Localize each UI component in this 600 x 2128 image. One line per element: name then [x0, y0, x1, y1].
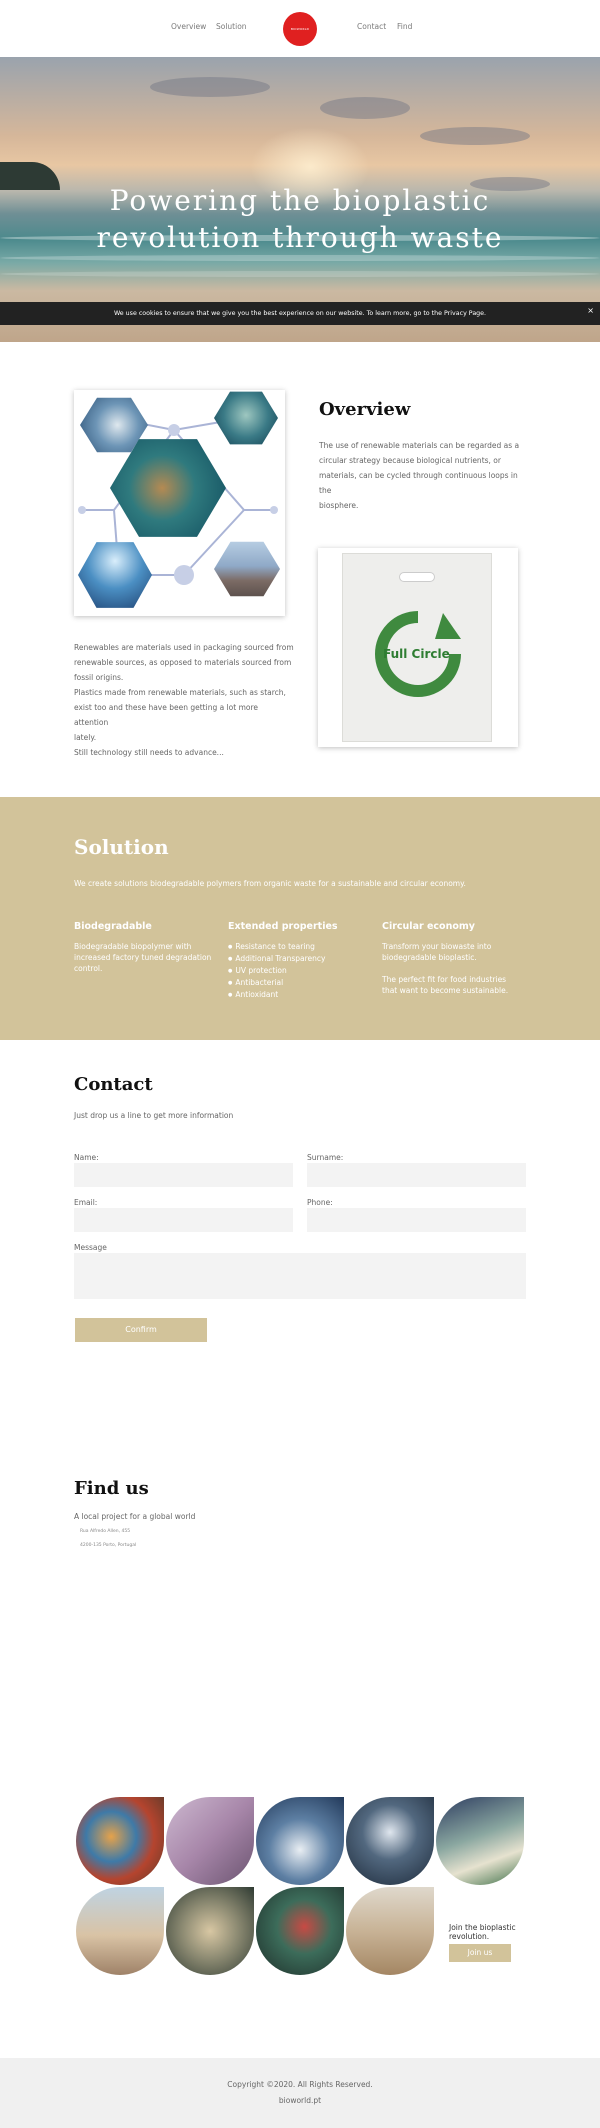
address-line: Rua Alfredo Allen, 455: [80, 1529, 131, 1534]
close-icon[interactable]: ×: [587, 304, 594, 318]
site-header: Overview Solution BIOWORLD Contact Find: [0, 0, 600, 57]
bag-shape: Full Circle: [342, 553, 492, 742]
contact-title: Contact: [74, 1074, 153, 1095]
text-line: increased factory tuned degradation: [74, 953, 212, 962]
list-item: Resistance to tearing: [228, 941, 325, 953]
gallery-image: [256, 1887, 344, 1975]
list-item: UV protection: [228, 965, 325, 977]
col-text-biodegradable: Biodegradable biopolymer with increased …: [74, 941, 224, 974]
list-item: Additional Transparency: [228, 953, 325, 965]
hero-wave: [0, 271, 600, 277]
bag-text: Full Circle: [383, 647, 450, 661]
hero-title-line: Powering the bioplastic: [109, 184, 491, 217]
text-line: biosphere.: [319, 501, 359, 510]
site-link[interactable]: bioworld.pt: [0, 2096, 600, 2105]
hero-cloud: [420, 127, 530, 145]
text-line: exist too and these have been getting a …: [74, 703, 259, 727]
nav-contact[interactable]: Contact: [357, 22, 386, 31]
text-line: The perfect fit for food industries: [382, 975, 507, 984]
text-line: Biodegradable biopolymer with: [74, 942, 192, 951]
gallery-image: [76, 1887, 164, 1975]
address-line: 4200-135 Porto, Portugal: [80, 1543, 137, 1548]
text-line: biodegradable bioplastic.: [382, 953, 477, 962]
surname-label: Surname:: [307, 1153, 344, 1162]
name-field[interactable]: [74, 1163, 293, 1187]
cookie-text[interactable]: We use cookies to ensure that we give yo…: [114, 310, 486, 317]
overview-title: Overview: [319, 399, 411, 420]
cookie-bar: We use cookies to ensure that we give yo…: [0, 302, 600, 325]
gallery-image: [166, 1887, 254, 1975]
bag-image: Full Circle: [318, 548, 518, 747]
phone-label: Phone:: [307, 1198, 333, 1207]
hero-title: Powering the bioplastic revolution throu…: [0, 182, 600, 256]
text-line: Transform your biowaste into: [382, 942, 492, 951]
nav-find[interactable]: Find: [397, 22, 412, 31]
list-item: Antibacterial: [228, 977, 325, 989]
properties-list: Resistance to tearing Additional Transpa…: [228, 941, 325, 1001]
gallery-image: [76, 1797, 164, 1885]
gallery-image: [166, 1797, 254, 1885]
overview-left-text: Renewables are materials used in packagi…: [74, 640, 294, 760]
email-label: Email:: [74, 1198, 98, 1207]
name-label: Name:: [74, 1153, 99, 1162]
text-line: circular strategy because biological nut…: [319, 456, 501, 465]
list-item: Antioxidant: [228, 989, 325, 1001]
bag-handle-hole: [399, 572, 435, 582]
logo-text: BIOWORLD: [290, 27, 310, 31]
solution-intro: We create solutions biodegradable polyme…: [74, 879, 466, 888]
overview-text: The use of renewable materials can be re…: [319, 438, 529, 513]
col-title-properties: Extended properties: [228, 921, 338, 932]
logo[interactable]: BIOWORLD: [283, 12, 317, 46]
solution-section: Solution We create solutions biodegradab…: [0, 797, 600, 1040]
overview-hex-image: [74, 390, 285, 616]
confirm-button[interactable]: Confirm: [75, 1318, 207, 1342]
text-line: Renewables are materials used in packagi…: [74, 643, 294, 652]
col-text-circular: Transform your biowaste into biodegradab…: [382, 941, 532, 996]
hero-title-line: revolution through waste: [96, 221, 504, 254]
gallery-image: [256, 1797, 344, 1885]
gallery-image: [346, 1797, 434, 1885]
text-line: Join the bioplastic: [449, 1923, 516, 1932]
join-us-button[interactable]: Join us: [449, 1944, 511, 1962]
join-text: Join the bioplastic revolution.: [449, 1923, 516, 1941]
surname-field[interactable]: [307, 1163, 526, 1187]
text-line: lately.: [74, 733, 97, 742]
gallery-image: [346, 1887, 434, 1975]
message-label: Message: [74, 1243, 107, 1252]
copyright-text: Copyright ©2020. All Rights Reserved.: [227, 2080, 373, 2089]
gallery-image: [436, 1797, 524, 1885]
col-title-circular: Circular economy: [382, 921, 475, 932]
contact-subtitle: Just drop us a line to get more informat…: [74, 1111, 234, 1120]
text-line: The use of renewable materials can be re…: [319, 441, 520, 450]
hero-banner: Powering the bioplastic revolution throu…: [0, 57, 600, 342]
text-line: that want to become sustainable.: [382, 986, 509, 995]
phone-field[interactable]: [307, 1208, 526, 1232]
nav-solution[interactable]: Solution: [216, 22, 247, 31]
hero-cloud: [150, 77, 270, 97]
text-line: control.: [74, 964, 103, 973]
find-title: Find us: [74, 1478, 149, 1499]
nav-overview[interactable]: Overview: [171, 22, 206, 31]
text-line: Plastics made from renewable materials, …: [74, 688, 286, 697]
footer: Copyright ©2020. All Rights Reserved. bi…: [0, 2058, 600, 2128]
message-field[interactable]: [74, 1253, 526, 1299]
find-subtitle: A local project for a global world: [74, 1512, 196, 1521]
email-field[interactable]: [74, 1208, 293, 1232]
text-line: Still technology still needs to advance.…: [74, 748, 224, 757]
text-line: renewable sources, as opposed to materia…: [74, 658, 292, 667]
solution-title: Solution: [74, 835, 169, 859]
text-line: materials, can be cycled through continu…: [319, 471, 518, 495]
col-title-biodegradable: Biodegradable: [74, 921, 152, 932]
hero-cloud: [320, 97, 410, 119]
text-line: fossil origins.: [74, 673, 124, 682]
text-line: revolution.: [449, 1932, 490, 1941]
